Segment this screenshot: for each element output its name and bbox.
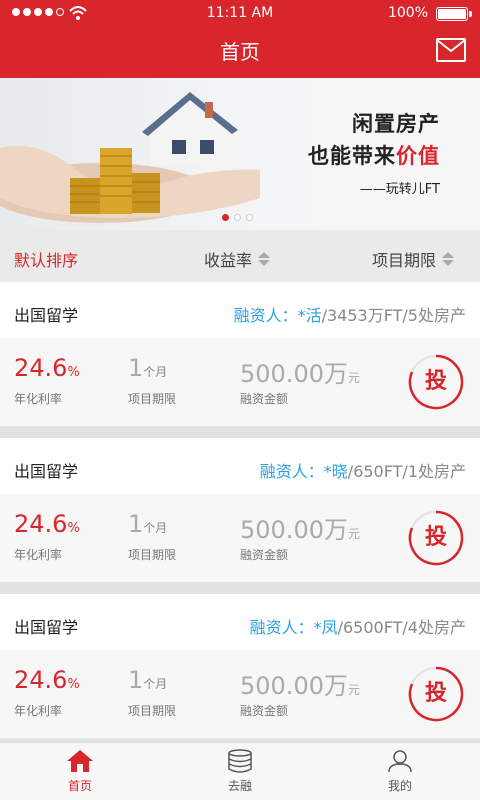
sort-term-label: 项目期限	[372, 251, 437, 270]
amount-value: 500.00万	[240, 516, 348, 544]
project-period: 1个月	[128, 510, 167, 538]
mail-icon[interactable]	[436, 38, 466, 62]
period-value: 1	[128, 354, 144, 382]
project-card[interactable]: 出国留学 融资人：*活/3453万FT/5处房产 24.6% 年化利率 1个月 …	[0, 282, 480, 426]
pager-dot[interactable]	[246, 214, 253, 221]
card-divider	[0, 426, 480, 438]
bottom-tab-bar: 首页 去融 我的	[0, 742, 480, 800]
sort-default[interactable]: 默认排序	[14, 247, 78, 271]
invest-button[interactable]: 投	[408, 510, 464, 566]
annual-rate: 24.6%	[14, 354, 80, 382]
rate-label: 年化利率	[14, 392, 63, 406]
financier-label: 融资人：	[249, 618, 314, 637]
tab-finance-label: 去融	[227, 779, 252, 793]
project-info: 融资人：*凤/6500FT/4处房产	[250, 614, 466, 638]
amount-value: 500.00万	[240, 360, 348, 388]
banner-slogan: 闲置房产 也能带来价值 ——玩转儿FT	[308, 108, 440, 197]
project-period: 1个月	[128, 666, 167, 694]
rate-value: 24.6	[14, 666, 68, 694]
rate-unit: %	[67, 365, 80, 380]
invest-button[interactable]: 投	[408, 354, 464, 410]
financier-label: 融资人：	[259, 462, 324, 481]
project-card[interactable]: 出国留学 融资人：*凤/6500FT/4处房产 24.6% 年化利率 1个月 项…	[0, 594, 480, 738]
financier-name: *活	[297, 306, 322, 325]
annual-rate: 24.6%	[14, 510, 80, 538]
status-bar: 11:11 AM 100%	[0, 0, 480, 28]
rate-value: 24.6	[14, 510, 68, 538]
project-name: 出国留学	[14, 462, 79, 481]
period-value: 1	[128, 666, 144, 694]
invest-label: 投	[424, 369, 447, 394]
period-value: 1	[128, 510, 144, 538]
financier-name: *凤	[313, 618, 338, 637]
invest-label: 投	[424, 525, 447, 550]
sort-arrows-icon	[442, 252, 455, 266]
rate-unit: %	[67, 521, 80, 536]
banner-line2-highlight: 价值	[396, 144, 440, 168]
amount-unit: 元	[347, 683, 360, 697]
invest-label: 投	[424, 681, 447, 706]
pager-dot[interactable]	[222, 214, 229, 221]
pager-dot[interactable]	[234, 214, 241, 221]
banner-pager[interactable]	[222, 214, 253, 221]
financier-name: *晓	[323, 462, 348, 481]
financier-detail: /650FT/1处房产	[347, 462, 466, 481]
finance-amount: 500.00万元	[240, 354, 360, 389]
amount-label: 融资金额	[240, 704, 289, 718]
period-label: 项目期限	[128, 548, 177, 562]
financier-label: 融资人：	[233, 306, 298, 325]
finance-amount: 500.00万元	[240, 666, 360, 701]
project-name: 出国留学	[14, 306, 79, 325]
period-unit: 个月	[143, 365, 168, 379]
tab-finance[interactable]: 去融	[210, 749, 270, 794]
tab-mine-label: 我的	[387, 779, 412, 793]
battery-icon	[436, 7, 472, 21]
project-card[interactable]: 出国留学 融资人：*晓/650FT/1处房产 24.6% 年化利率 1个月 项目…	[0, 438, 480, 582]
home-icon	[67, 750, 93, 772]
finance-amount: 500.00万元	[240, 510, 360, 545]
tab-mine[interactable]: 我的	[370, 749, 430, 794]
period-label: 项目期限	[128, 704, 177, 718]
banner-line3: ——玩转儿FT	[359, 182, 440, 197]
annual-rate: 24.6%	[14, 666, 80, 694]
period-unit: 个月	[143, 521, 168, 535]
period-unit: 个月	[143, 677, 168, 691]
amount-value: 500.00万	[240, 672, 348, 700]
sort-arrows-icon	[258, 252, 271, 266]
tab-home[interactable]: 首页	[50, 749, 110, 794]
project-info: 融资人：*晓/650FT/1处房产	[260, 458, 466, 482]
amount-label: 融资金额	[240, 392, 289, 406]
sort-bar: 默认排序 收益率 项目期限	[0, 230, 480, 282]
rate-label: 年化利率	[14, 548, 63, 562]
banner-line2: 也能带来价值	[308, 140, 440, 170]
financier-detail: /3453万FT/5处房产	[321, 306, 466, 325]
battery-level: 100%	[387, 5, 428, 21]
promo-banner[interactable]: 闲置房产 也能带来价值 ——玩转儿FT	[0, 78, 480, 230]
coin-stack-icon	[228, 749, 252, 773]
tab-home-label: 首页	[67, 779, 92, 793]
project-info: 融资人：*活/3453万FT/5处房产	[234, 302, 466, 326]
app-header: 11:11 AM 100% 首页	[0, 0, 480, 78]
amount-label: 融资金额	[240, 548, 289, 562]
sort-rate[interactable]: 收益率	[204, 247, 271, 271]
page-title: 首页	[220, 40, 260, 64]
rate-unit: %	[67, 677, 80, 692]
project-name: 出国留学	[14, 618, 79, 637]
banner-line2-prefix: 也能带来	[308, 144, 396, 168]
rate-value: 24.6	[14, 354, 68, 382]
sort-rate-label: 收益率	[204, 251, 253, 270]
rate-label: 年化利率	[14, 704, 63, 718]
user-icon	[388, 750, 412, 773]
sort-default-label: 默认排序	[14, 251, 79, 270]
sort-term[interactable]: 项目期限	[372, 247, 455, 271]
period-label: 项目期限	[128, 392, 177, 406]
card-divider	[0, 582, 480, 594]
invest-button[interactable]: 投	[408, 666, 464, 722]
banner-line1: 闲置房产	[352, 112, 440, 136]
financier-detail: /6500FT/4处房产	[337, 618, 466, 637]
house-coins-illustration	[0, 92, 260, 223]
amount-unit: 元	[347, 527, 360, 541]
amount-unit: 元	[347, 371, 360, 385]
project-period: 1个月	[128, 354, 167, 382]
